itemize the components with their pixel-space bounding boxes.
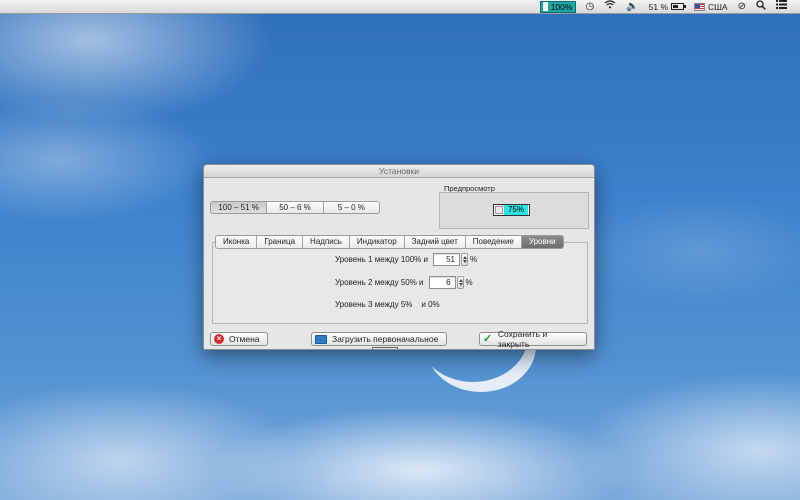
cancel-icon: ×	[214, 334, 224, 344]
tab-border[interactable]: Граница	[257, 236, 304, 248]
level-1-unit: %	[469, 255, 478, 264]
tab-behavior[interactable]: Поведение	[466, 236, 522, 248]
level-3-label: Уровень 3 между 5%	[335, 300, 413, 309]
tab-bar: Иконка Граница Надпись Индикатор Задний …	[215, 235, 564, 249]
level-2-unit: %	[465, 278, 473, 287]
tab-caption[interactable]: Надпись	[303, 236, 350, 248]
preview-box: 75%	[439, 192, 589, 229]
tab-icon[interactable]: Иконка	[216, 236, 258, 248]
battery-percent: 51 %	[648, 1, 668, 12]
spotlight-icon[interactable]	[751, 0, 771, 14]
battery-level-icon	[671, 3, 686, 10]
preview-battery-empty	[495, 206, 503, 214]
battery-menu-item[interactable]: 51 %	[644, 0, 689, 14]
battery-status-item[interactable]: 100%	[539, 0, 577, 13]
window-bottom-notch	[372, 347, 398, 349]
preview-battery-icon: 75%	[493, 204, 530, 216]
save-close-button[interactable]: ✓ Сохранить и закрыть	[479, 329, 587, 349]
range-5-0[interactable]: 5 – 0 %	[324, 202, 379, 213]
tab-background[interactable]: Задний цвет	[405, 236, 466, 248]
battery-icon	[542, 2, 548, 11]
input-language-label: США	[708, 1, 728, 12]
wifi-icon[interactable]	[599, 0, 621, 14]
range-50-6[interactable]: 50 – 6 %	[267, 202, 324, 213]
window-title[interactable]: Установки	[204, 165, 594, 178]
sync-icon[interactable]: ⊘	[733, 0, 751, 14]
level-1-row: Уровень 1 между 100% и 51 %	[335, 253, 477, 266]
cancel-button[interactable]: × Отмена	[210, 332, 268, 346]
level-2-stepper[interactable]	[456, 276, 464, 289]
load-defaults-label: Загрузить первоначальное	[332, 334, 439, 344]
battery-status-percent: 100%	[550, 1, 573, 12]
range-selector: 100 – 51 % 50 – 6 % 5 – 0 %	[210, 201, 380, 214]
time-machine-icon[interactable]: ◷	[580, 0, 599, 14]
flag-us-icon	[694, 2, 705, 11]
level-2-label: Уровень 2 между 50% и	[335, 278, 424, 287]
input-language-menu[interactable]: США	[689, 0, 733, 14]
list-icon[interactable]	[771, 0, 792, 14]
cancel-button-label: Отмена	[229, 334, 260, 344]
load-defaults-icon	[315, 334, 327, 344]
level-3-range-end: и 0%	[421, 300, 440, 309]
level-1-stepper[interactable]	[460, 253, 468, 266]
preview-battery-value: 75%	[504, 205, 528, 215]
checkmark-icon: ✓	[483, 333, 493, 345]
menu-bar: 100% ◷ 🔈 51 % США ⊘	[0, 0, 800, 14]
level-2-input[interactable]: 6	[428, 276, 456, 289]
level-1-input[interactable]: 51	[432, 253, 460, 266]
volume-icon[interactable]: 🔈	[621, 0, 643, 14]
level-2-row: Уровень 2 между 50% и 6 %	[335, 276, 473, 289]
tab-levels[interactable]: Уровни	[521, 236, 563, 248]
settings-window: Установки 100 – 51 % 50 – 6 % 5 – 0 % Пр…	[203, 164, 595, 350]
level-3-row: Уровень 3 между 5% и 0%	[335, 300, 440, 309]
range-100-51[interactable]: 100 – 51 %	[211, 202, 268, 213]
load-defaults-button[interactable]: Загрузить первоначальное	[311, 332, 447, 346]
tab-indicator[interactable]: Индикатор	[350, 236, 405, 248]
save-close-label: Сохранить и закрыть	[497, 329, 548, 349]
level-1-label: Уровень 1 между 100% и	[335, 255, 428, 264]
